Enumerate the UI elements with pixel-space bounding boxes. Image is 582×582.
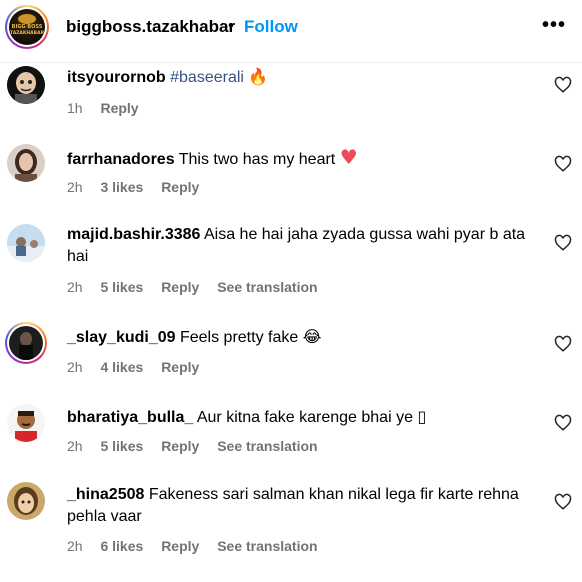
comment-time: 2h <box>67 279 83 295</box>
see-translation-button[interactable]: See translation <box>217 438 317 454</box>
comment-username[interactable]: itsyourornob <box>67 69 166 86</box>
comment-item: farrhanadores This two has my heart ♥ 2h… <box>0 142 582 202</box>
comment-time: 2h <box>67 359 83 375</box>
comment-item: _slay_kudi_09 Feels pretty fake 😂 2h 4 l… <box>0 322 582 382</box>
likes-count[interactable]: 4 likes <box>100 359 143 375</box>
comment-text: This two has my heart <box>178 151 336 168</box>
reply-button[interactable]: Reply <box>161 359 199 375</box>
fire-emoji: 🔥 <box>248 67 269 86</box>
comment-time: 2h <box>67 438 83 454</box>
heart-outline-icon[interactable] <box>554 155 572 173</box>
reply-button[interactable]: Reply <box>161 538 199 554</box>
reply-button[interactable]: Reply <box>161 179 199 195</box>
hashtag-link[interactable]: #baseerali <box>170 69 244 86</box>
header-username[interactable]: biggboss.tazakhabar <box>66 17 235 37</box>
reply-button[interactable]: Reply <box>100 100 138 116</box>
header-separator: • <box>228 16 234 35</box>
red-heart-emoji: ♥ <box>339 145 358 169</box>
comment-username[interactable]: _slay_kudi_09 <box>67 329 176 346</box>
see-translation-button[interactable]: See translation <box>217 538 317 554</box>
comment-item: itsyourornob #baseerali 🔥 1h Reply <box>0 62 582 122</box>
heart-outline-icon[interactable] <box>554 76 572 94</box>
comment-username[interactable]: majid.bashir.3386 <box>67 226 200 243</box>
likes-count[interactable]: 5 likes <box>100 279 143 295</box>
profile-avatar[interactable]: BIGG BOSS TAZAKHABAR <box>5 5 49 49</box>
avatar[interactable] <box>7 224 45 262</box>
laughing-emoji: 😂 <box>302 327 322 346</box>
heart-outline-icon[interactable] <box>554 414 572 432</box>
likes-count[interactable]: 6 likes <box>100 538 143 554</box>
heart-outline-icon[interactable] <box>554 335 572 353</box>
comment-username[interactable]: farrhanadores <box>67 151 175 168</box>
reply-button[interactable]: Reply <box>161 438 199 454</box>
heart-outline-icon[interactable] <box>554 493 572 511</box>
avatar[interactable] <box>7 66 45 104</box>
comment-text: Aur kitna fake karenge bhai ye <box>196 409 413 426</box>
comment-time: 2h <box>67 538 83 554</box>
avatar[interactable] <box>7 144 45 182</box>
post-header: BIGG BOSS TAZAKHABAR biggboss.tazakhabar… <box>0 0 582 63</box>
more-options-icon[interactable]: ••• <box>542 14 566 37</box>
avatar[interactable] <box>5 322 47 364</box>
comment-item: _hina2508 Fakeness sari salman khan nika… <box>0 482 582 562</box>
follow-button[interactable]: Follow <box>244 17 298 37</box>
avatar[interactable] <box>7 482 45 520</box>
comment-username[interactable]: bharatiya_bulla_ <box>67 409 193 426</box>
comment-item: bharatiya_bulla_ Aur kitna fake karenge … <box>0 402 582 462</box>
comment-time: 2h <box>67 179 83 195</box>
bigg-boss-logo: BIGG BOSS TAZAKHABAR <box>9 9 45 45</box>
see-translation-button[interactable]: See translation <box>217 279 317 295</box>
comment-item: majid.bashir.3386 Aisa he hai jaha zyada… <box>0 222 582 302</box>
avatar[interactable] <box>7 404 45 442</box>
unknown-emoji: ▯ <box>417 407 427 426</box>
likes-count[interactable]: 5 likes <box>100 438 143 454</box>
comment-time: 1h <box>67 100 83 116</box>
heart-outline-icon[interactable] <box>554 234 572 252</box>
likes-count[interactable]: 3 likes <box>100 179 143 195</box>
comment-username[interactable]: _hina2508 <box>67 486 144 503</box>
reply-button[interactable]: Reply <box>161 279 199 295</box>
comment-text: Feels pretty fake <box>179 329 299 346</box>
